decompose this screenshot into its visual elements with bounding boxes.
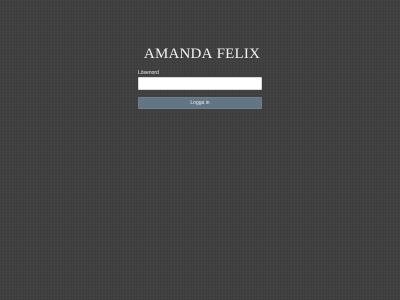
brand-logo-second-word: FELIX [216, 46, 261, 62]
password-label: Lösenord [138, 70, 159, 76]
login-button[interactable]: Logga in [138, 97, 262, 109]
brand-logo: AMANDA FELIX [143, 45, 261, 63]
brand-logo-first-word: AMANDA [143, 46, 213, 62]
password-input[interactable] [138, 77, 262, 90]
